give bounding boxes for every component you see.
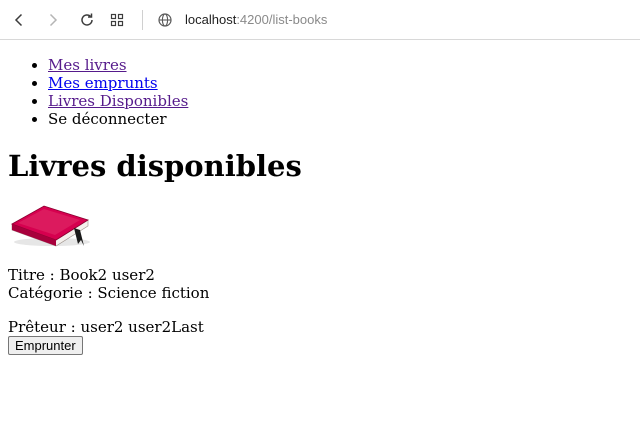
nav-link-livres-disponibles[interactable]: Livres Disponibles: [48, 92, 188, 110]
forward-button[interactable]: [42, 9, 64, 31]
arrow-right-icon: [49, 13, 58, 26]
globe-icon: [158, 12, 172, 27]
arrow-left-icon: [14, 13, 23, 26]
book-category: Catégorie : Science fiction: [8, 284, 210, 302]
page-content: Mes livres Mes emprunts Livres Disponibl…: [0, 56, 640, 355]
borrow-button[interactable]: Emprunter: [8, 336, 83, 355]
refresh-icon: [81, 13, 93, 26]
main-nav: Mes livres Mes emprunts Livres Disponibl…: [8, 56, 632, 128]
toolbar-divider: [142, 9, 143, 30]
reload-button[interactable]: [76, 9, 98, 31]
nav-link-mes-emprunts[interactable]: Mes emprunts: [48, 74, 158, 92]
back-button[interactable]: [8, 9, 30, 31]
book-lender: Prêteur : user2 user2Last: [8, 318, 204, 336]
nav-item-livres-disponibles: Livres Disponibles: [48, 92, 632, 110]
apps-button[interactable]: [106, 9, 128, 31]
grid-icon: [110, 13, 124, 26]
page-title: Livres disponibles: [8, 149, 302, 183]
nav-item-logout[interactable]: Se déconnecter: [48, 110, 632, 128]
book-title: Titre : Book2 user2: [8, 266, 155, 284]
browser-toolbar: localhost:4200/list-books: [0, 0, 640, 40]
nav-link-mes-livres[interactable]: Mes livres: [48, 56, 127, 74]
book-icon: [11, 205, 90, 247]
url-host: localhost: [185, 12, 237, 27]
url-path: :4200/list-books: [236, 12, 328, 27]
nav-item-mes-livres: Mes livres: [48, 56, 632, 74]
address-bar[interactable]: localhost:4200/list-books: [153, 12, 327, 28]
nav-item-mes-emprunts: Mes emprunts: [48, 74, 632, 92]
